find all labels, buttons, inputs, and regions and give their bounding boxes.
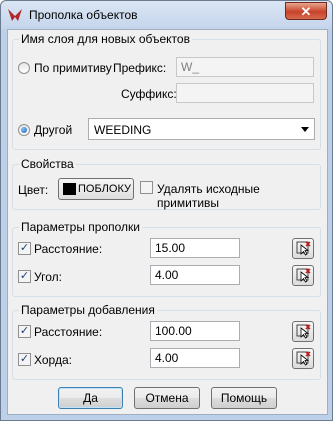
add-distance-label: Расстояние: xyxy=(34,325,103,339)
pick-point-icon xyxy=(296,351,311,366)
properties-group-title: Свойства xyxy=(19,157,76,171)
layer-combo[interactable]: WEEDING xyxy=(88,118,315,140)
cancel-button[interactable]: Отмена xyxy=(134,387,200,409)
prefix-label: Префикс: xyxy=(113,61,167,75)
prefix-input[interactable]: W_ xyxy=(176,57,314,77)
weeding-params-title: Параметры прополки xyxy=(19,220,143,234)
suffix-label: Суффикс: xyxy=(121,87,177,101)
window-title: Прополка объектов xyxy=(29,8,138,22)
dialog-body: Имя слоя для новых объектов По примитиву… xyxy=(7,29,328,415)
color-label: Цвет: xyxy=(18,183,49,197)
add-chord-checkbox[interactable]: ✓ xyxy=(18,353,31,366)
close-icon: ✕ xyxy=(300,4,312,19)
add-chord-input[interactable]: 4.00 xyxy=(150,348,240,368)
layer-name-group-title: Имя слоя для новых объектов xyxy=(19,32,192,46)
color-picker-button[interactable]: ПОБЛОКУ xyxy=(58,178,134,200)
by-primitive-radio[interactable] xyxy=(18,62,30,74)
color-swatch xyxy=(63,183,76,195)
suffix-input[interactable] xyxy=(176,83,314,103)
pick-weeding-distance-button[interactable] xyxy=(292,238,314,259)
weeding-params-group: Параметры прополки ✓ Расстояние: 15.00 ✓… xyxy=(12,220,321,297)
pick-point-icon xyxy=(296,324,311,339)
app-logo-icon xyxy=(8,9,22,21)
delete-source-label: Удалять исходные примитивы xyxy=(157,182,260,210)
weeding-angle-checkbox[interactable]: ✓ xyxy=(18,270,31,283)
add-chord-label: Хорда: xyxy=(34,353,72,367)
chevron-down-icon xyxy=(301,127,309,132)
close-button[interactable]: ✕ xyxy=(285,2,327,20)
pick-add-chord-button[interactable] xyxy=(292,348,314,369)
color-value: ПОБЛОКУ xyxy=(78,183,131,195)
ok-button[interactable]: Да xyxy=(58,387,123,409)
properties-group: Свойства Цвет: ПОБЛОКУ Удалять исходные … xyxy=(12,157,321,210)
title-bar[interactable]: Прополка объектов ✕ xyxy=(1,1,332,29)
pick-weeding-angle-button[interactable] xyxy=(292,265,314,286)
pick-point-icon xyxy=(296,268,311,283)
other-layer-radio[interactable] xyxy=(18,124,30,136)
add-params-group: Параметры добавления ✓ Расстояние: 100.0… xyxy=(12,303,321,380)
add-distance-checkbox[interactable]: ✓ xyxy=(18,325,31,338)
add-distance-input[interactable]: 100.00 xyxy=(150,321,240,341)
delete-source-checkbox[interactable] xyxy=(140,181,153,194)
weeding-distance-checkbox[interactable]: ✓ xyxy=(18,242,31,255)
pick-point-icon xyxy=(296,241,311,256)
weeding-distance-label: Расстояние: xyxy=(34,242,103,256)
weeding-angle-label: Угол: xyxy=(34,270,62,284)
help-button[interactable]: Помощь xyxy=(211,387,277,409)
pick-add-distance-button[interactable] xyxy=(292,321,314,342)
other-layer-label: Другой xyxy=(34,123,73,137)
weeding-angle-input[interactable]: 4.00 xyxy=(150,265,240,285)
layer-name-group: Имя слоя для новых объектов По примитиву… xyxy=(12,32,321,150)
dialog-window: Прополка объектов ✕ Имя слоя для новых о… xyxy=(0,0,333,421)
weeding-distance-input[interactable]: 15.00 xyxy=(150,238,240,258)
add-params-title: Параметры добавления xyxy=(19,303,157,317)
by-primitive-label: По примитиву xyxy=(34,61,112,75)
layer-combo-value: WEEDING xyxy=(94,123,152,137)
